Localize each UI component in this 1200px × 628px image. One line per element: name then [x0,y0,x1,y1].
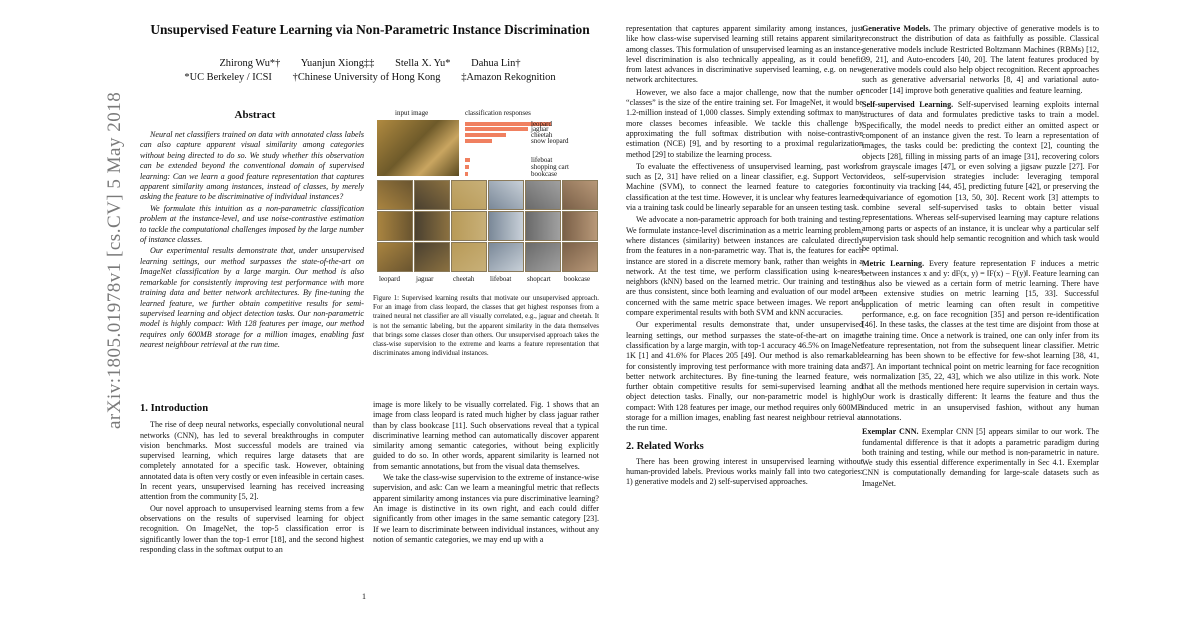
thumbnail-image [525,242,561,272]
thumbnail-image [377,211,413,241]
thumbnail-image [451,180,487,210]
column-label: cheetah [453,275,475,283]
class-label: bookcase [531,170,558,178]
body-text: Exemplar CNN [5] appears similar to our … [862,427,1099,488]
intro-continued: image is more likely to be visually corr… [373,400,599,546]
abstract-body: Neural net classifiers trained on data w… [140,130,364,352]
figure-1-caption: Figure 1: Supervised learning results th… [373,295,599,358]
thumbnail-image [562,180,598,210]
input-image [377,120,459,176]
body-paragraph: image is more likely to be visually corr… [373,400,599,471]
body-paragraph: To evaluate the effectiveness of unsuper… [626,161,863,213]
paper-title: Unsupervised Feature Learning via Non-Pa… [150,22,590,37]
body-paragraph: The rise of deep neural networks, especi… [140,420,364,502]
section-heading: 1. Introduction [140,403,209,414]
column-label: jaguar [416,275,434,283]
thumbnail-image [451,211,487,241]
thumbnail-image [414,180,450,210]
page2-column-2: Generative Models. The primary objective… [862,24,1099,491]
response-bar [465,172,468,176]
paragraph-heading: Exemplar CNN. [862,427,919,437]
responses-label: classification responses [465,109,531,117]
body-text: Every feature representation F induces a… [862,258,1100,422]
body-text: Self-supervised learning exploits intern… [862,100,1099,254]
authors-line: Zhirong Wu*† Yuanjun Xiong‡‡ Stella X. Y… [219,58,521,69]
thumbnail-image [562,242,598,272]
thumbnail-image [414,242,450,272]
thumbnail-image [377,180,413,210]
column-label: bookcase [564,275,591,283]
body-paragraph: representation that captures apparent si… [626,24,863,85]
thumbnail-image [525,180,561,210]
body-paragraph: Our experimental results demonstrate tha… [626,320,863,433]
column-label: shopcart [527,275,551,283]
introduction-section: 1. Introduction The rise of deep neural … [140,403,364,556]
paragraph-heading: Metric Learning. [862,258,925,268]
input-image-label: input image [395,109,429,117]
response-bar [465,165,469,169]
body-paragraph: Our novel approach to unsupervised learn… [140,503,364,554]
abstract-paragraph: Neural net classifiers trained on data w… [140,130,364,202]
paragraph-heading: Self-supervised Learning. [862,100,954,110]
thumbnail-image [377,242,413,272]
abstract-heading: Abstract [234,109,276,121]
page-number: 1 [362,592,366,601]
affiliations-line: *UC Berkeley / ICSI †Chinese University … [184,72,556,83]
thumbnail-image [451,242,487,272]
body-text: The primary objective of generative mode… [862,24,1099,95]
arxiv-stamp: arXiv:1805.01978v1 [cs.CV] 5 May 2018 [104,91,125,429]
page2-column-1: representation that captures apparent si… [626,24,863,490]
column-label: lifeboat [490,275,512,283]
response-bar [465,139,492,143]
body-paragraph: We advocate a non-parametric approach fo… [626,215,863,318]
paragraph-heading: Generative Models. [862,24,931,33]
thumbnail-image [414,211,450,241]
abstract-paragraph: Our experimental results demonstrate tha… [140,246,364,350]
body-paragraph: We take the class-wise supervision to th… [373,473,599,544]
response-bar [465,133,506,137]
body-paragraph: However, we also face a major challenge,… [626,87,863,159]
response-bar [465,127,528,131]
thumbnail-image [488,242,524,272]
column-label: leopard [379,275,400,283]
authors-block: Zhirong Wu*† Yuanjun Xiong‡‡ Stella X. Y… [140,57,600,85]
thumbnail-image [562,211,598,241]
class-label: snow leopard [531,137,569,145]
thumbnail-image [488,180,524,210]
abstract-paragraph: We formulate this intuition as a non-par… [140,203,364,245]
response-bar [465,158,470,162]
thumbnail-image [525,211,561,241]
body-paragraph: There has been growing interest in unsup… [626,456,863,487]
section-heading: 2. Related Works [626,440,704,452]
thumbnail-image [488,211,524,241]
